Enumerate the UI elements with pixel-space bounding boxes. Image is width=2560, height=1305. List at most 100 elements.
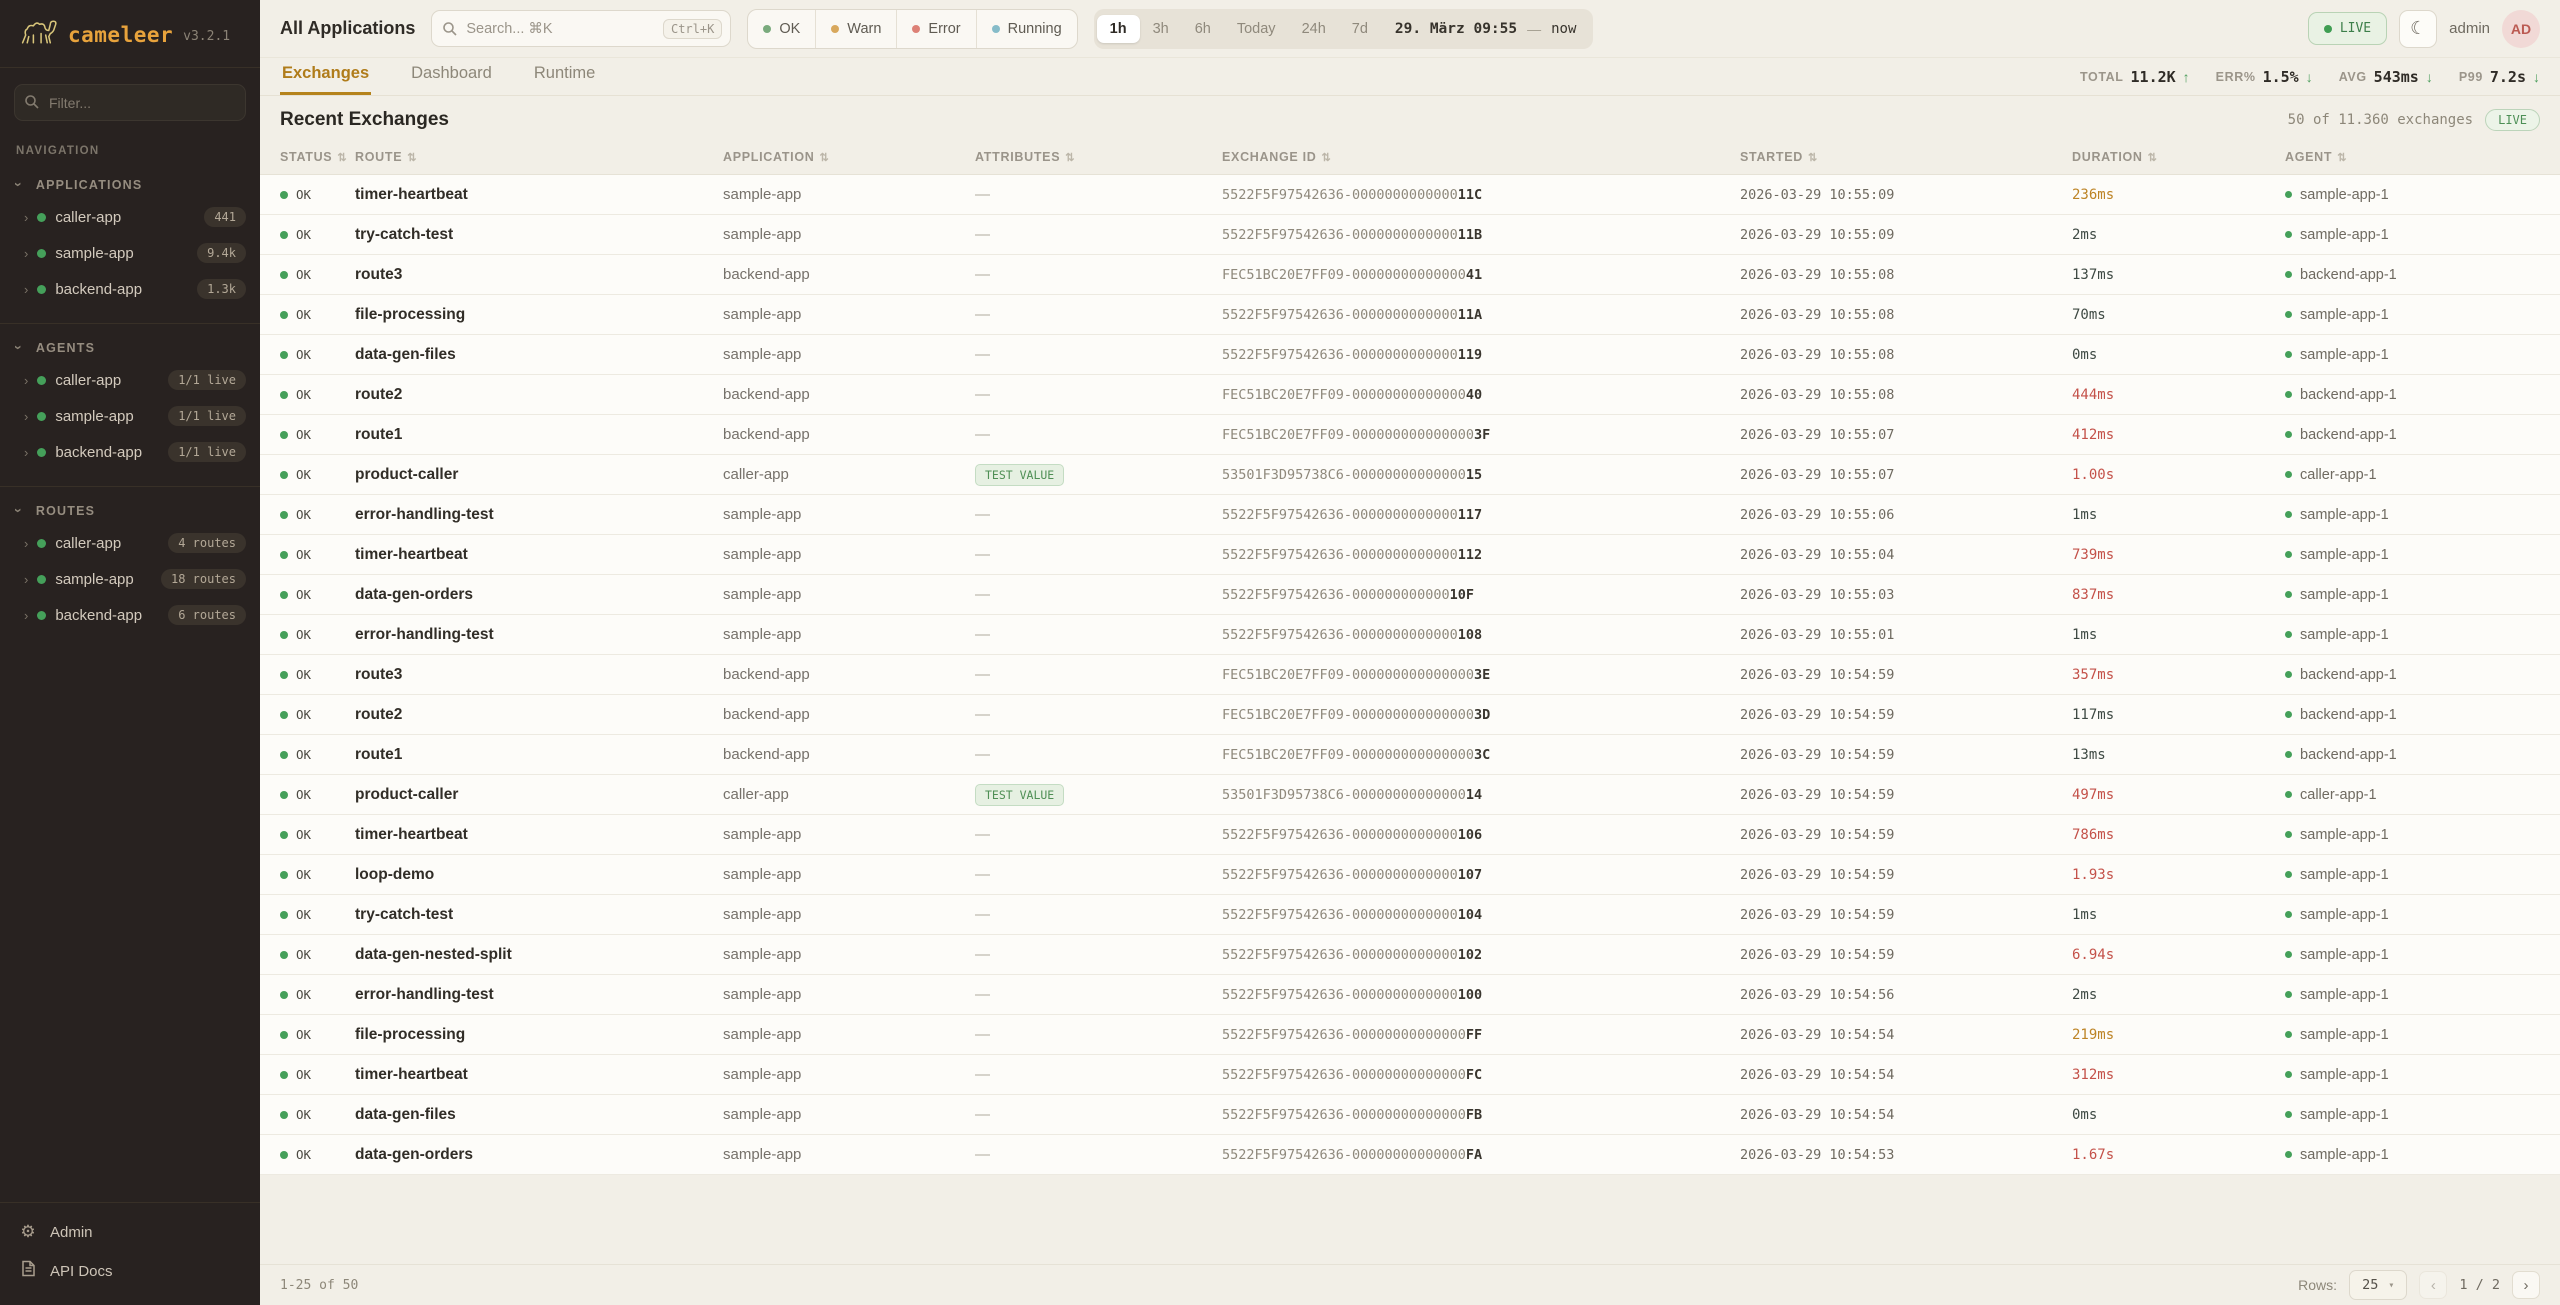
- chevron-right-icon: ›: [24, 608, 28, 623]
- sidebar-item[interactable]: › caller-app 441: [0, 199, 260, 235]
- attribute-dash: —: [975, 866, 990, 883]
- table-row[interactable]: OK route1 backend-app — FEC51BC20E7FF09-…: [260, 735, 2560, 775]
- status-filter-chip[interactable]: OK: [748, 10, 815, 48]
- status-filter-chip[interactable]: Error: [896, 10, 975, 48]
- table-row[interactable]: OK error-handling-test sample-app — 5522…: [260, 975, 2560, 1015]
- cell-started: 2026-03-29 10:54:54: [1740, 1107, 2072, 1123]
- table-row[interactable]: OK timer-heartbeat sample-app — 5522F5F9…: [260, 175, 2560, 215]
- status-text: OK: [296, 587, 311, 602]
- chevron-right-icon: ›: [24, 210, 28, 225]
- table-row[interactable]: OK try-catch-test sample-app — 5522F5F97…: [260, 895, 2560, 935]
- brand-name: cameleer: [68, 23, 173, 47]
- table-row[interactable]: OK loop-demo sample-app — 5522F5F9754263…: [260, 855, 2560, 895]
- cell-route: route3: [355, 666, 723, 684]
- table-row[interactable]: OK file-processing sample-app — 5522F5F9…: [260, 295, 2560, 335]
- exchange-id-suffix: 117: [1458, 507, 1482, 523]
- time-range-button[interactable]: 24h: [1289, 15, 1339, 43]
- table-row[interactable]: OK data-gen-orders sample-app — 5522F5F9…: [260, 1135, 2560, 1175]
- filter-input[interactable]: [14, 84, 246, 121]
- sidebar-item[interactable]: › sample-app 9.4k: [0, 235, 260, 271]
- sidebar-item[interactable]: › backend-app 6 routes: [0, 597, 260, 633]
- theme-toggle-button[interactable]: ☾: [2399, 10, 2437, 48]
- time-range-button[interactable]: 3h: [1140, 15, 1182, 43]
- table-row[interactable]: OK file-processing sample-app — 5522F5F9…: [260, 1015, 2560, 1055]
- table-row[interactable]: OK try-catch-test sample-app — 5522F5F97…: [260, 215, 2560, 255]
- agent-name: backend-app-1: [2300, 387, 2397, 403]
- live-toggle-button[interactable]: LIVE: [2308, 12, 2387, 45]
- table-row[interactable]: OK route3 backend-app — FEC51BC20E7FF09-…: [260, 255, 2560, 295]
- tab[interactable]: Exchanges: [280, 56, 371, 95]
- sidebar-item[interactable]: › backend-app 1/1 live: [0, 434, 260, 470]
- status-filter-chip[interactable]: Warn: [815, 10, 896, 48]
- column-header[interactable]: APPLICATION ⇅: [723, 150, 975, 164]
- exchange-id-suffix: 108: [1458, 627, 1482, 643]
- table-row[interactable]: OK route2 backend-app — FEC51BC20E7FF09-…: [260, 695, 2560, 735]
- next-page-button[interactable]: ›: [2512, 1271, 2540, 1299]
- table-row[interactable]: OK timer-heartbeat sample-app — 5522F5F9…: [260, 535, 2560, 575]
- column-header[interactable]: DURATION ⇅: [2072, 150, 2285, 164]
- cell-application: caller-app: [723, 466, 975, 483]
- table-row[interactable]: OK data-gen-files sample-app — 5522F5F97…: [260, 335, 2560, 375]
- cell-agent: sample-app-1: [2285, 547, 2540, 563]
- search-input[interactable]: [466, 21, 655, 37]
- sidebar-item[interactable]: › caller-app 1/1 live: [0, 362, 260, 398]
- table-row[interactable]: OK route3 backend-app — FEC51BC20E7FF09-…: [260, 655, 2560, 695]
- column-label: AGENT: [2285, 150, 2332, 164]
- table-row[interactable]: OK error-handling-test sample-app — 5522…: [260, 495, 2560, 535]
- exchange-id-suffix: 3F: [1474, 427, 1490, 443]
- time-range-button[interactable]: 1h: [1097, 15, 1140, 43]
- exchange-id-suffix: 11A: [1458, 307, 1482, 323]
- custom-range-start[interactable]: 29. März 09:55: [1381, 21, 1527, 37]
- sidebar-item[interactable]: › caller-app 4 routes: [0, 525, 260, 561]
- status-filter-chip[interactable]: Running: [976, 10, 1077, 48]
- table-row[interactable]: OK route1 backend-app — FEC51BC20E7FF09-…: [260, 415, 2560, 455]
- column-header[interactable]: STARTED ⇅: [1740, 150, 2072, 164]
- rows-per-page-select[interactable]: 25 ▾: [2349, 1270, 2407, 1300]
- agent-status-dot: [2285, 471, 2292, 478]
- section-header[interactable]: › AGENTS: [0, 330, 260, 362]
- avatar[interactable]: AD: [2502, 10, 2540, 48]
- sidebar-item[interactable]: › sample-app 18 routes: [0, 561, 260, 597]
- table-row[interactable]: OK product-caller caller-app TEST VALUE …: [260, 775, 2560, 815]
- trend-arrow-icon: ↓: [2533, 69, 2540, 85]
- cell-agent: backend-app-1: [2285, 667, 2540, 683]
- table-row[interactable]: OK data-gen-orders sample-app — 5522F5F9…: [260, 575, 2560, 615]
- sidebar-item[interactable]: › sample-app 1/1 live: [0, 398, 260, 434]
- api-docs-link[interactable]: API Docs: [0, 1251, 260, 1291]
- section-header[interactable]: › ROUTES: [0, 493, 260, 525]
- column-header[interactable]: AGENT ⇅: [2285, 150, 2540, 164]
- sidebar-item[interactable]: › backend-app 1.3k: [0, 271, 260, 307]
- time-range-button[interactable]: Today: [1224, 15, 1289, 43]
- sort-icon: ⇅: [1808, 151, 1818, 164]
- cell-route: data-gen-orders: [355, 586, 723, 604]
- cell-started: 2026-03-29 10:54:54: [1740, 1067, 2072, 1083]
- agent-status-dot: [2285, 911, 2292, 918]
- table-row[interactable]: OK product-caller caller-app TEST VALUE …: [260, 455, 2560, 495]
- cell-agent: sample-app-1: [2285, 587, 2540, 603]
- column-header[interactable]: STATUS ⇅: [280, 150, 355, 164]
- stat-value: 543ms: [2374, 68, 2419, 86]
- status-text: OK: [296, 387, 311, 402]
- custom-range-end[interactable]: now: [1541, 21, 1590, 37]
- column-label: STARTED: [1740, 150, 1803, 164]
- table-row[interactable]: OK timer-heartbeat sample-app — 5522F5F9…: [260, 815, 2560, 855]
- table-row[interactable]: OK data-gen-nested-split sample-app — 55…: [260, 935, 2560, 975]
- prev-page-button[interactable]: ‹: [2419, 1271, 2447, 1299]
- gear-icon: ⚙: [18, 1222, 38, 1242]
- column-header[interactable]: ROUTE ⇅: [355, 150, 723, 164]
- time-range-button[interactable]: 6h: [1182, 15, 1224, 43]
- section-header[interactable]: › APPLICATIONS: [0, 167, 260, 199]
- admin-link[interactable]: ⚙ Admin: [0, 1213, 260, 1251]
- table-row[interactable]: OK timer-heartbeat sample-app — 5522F5F9…: [260, 1055, 2560, 1095]
- time-range-button[interactable]: 7d: [1339, 15, 1381, 43]
- ok-status-dot: [280, 271, 288, 279]
- table-row[interactable]: OK route2 backend-app — FEC51BC20E7FF09-…: [260, 375, 2560, 415]
- cell-agent: backend-app-1: [2285, 267, 2540, 283]
- tab[interactable]: Dashboard: [409, 56, 494, 95]
- table-row[interactable]: OK data-gen-files sample-app — 5522F5F97…: [260, 1095, 2560, 1135]
- table-row[interactable]: OK error-handling-test sample-app — 5522…: [260, 615, 2560, 655]
- tab[interactable]: Runtime: [532, 56, 597, 95]
- cell-started: 2026-03-29 10:55:04: [1740, 547, 2072, 563]
- column-header[interactable]: EXCHANGE ID ⇅: [1222, 150, 1740, 164]
- column-header[interactable]: ATTRIBUTES ⇅: [975, 150, 1222, 164]
